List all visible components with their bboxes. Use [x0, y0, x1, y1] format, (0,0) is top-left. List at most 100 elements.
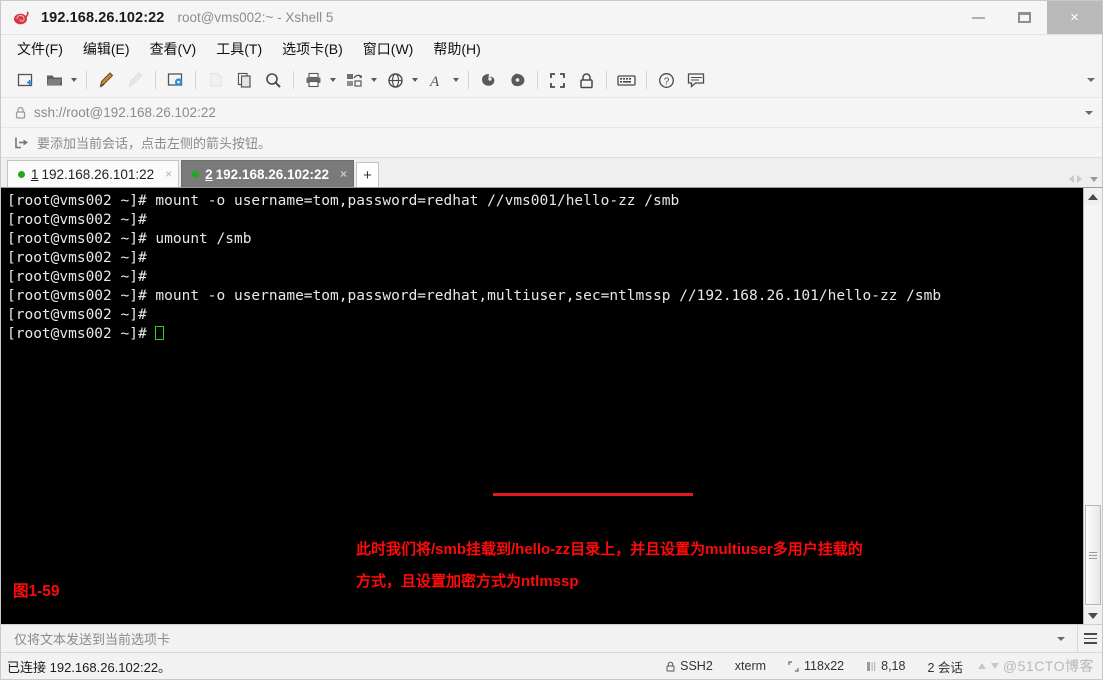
zmodem-icon[interactable]	[476, 68, 501, 93]
xshell-window: 192.168.26.102:22 root@vms002:~ - Xshell…	[0, 0, 1103, 680]
lock-icon[interactable]	[574, 68, 599, 93]
menu-edit[interactable]: 编辑(E)	[73, 36, 140, 62]
send-target-label[interactable]: 仅将文本发送到当前选项卡	[14, 629, 170, 648]
arrow-up-icon	[977, 663, 986, 669]
terminal-screen[interactable]: [root@vms002 ~]# mount -o username=tom,p…	[1, 188, 1083, 624]
menu-view[interactable]: 查看(V)	[140, 36, 207, 62]
copy-icon[interactable]	[232, 68, 257, 93]
tab-session-1[interactable]: 1 192.168.26.101:22 ×	[7, 160, 180, 187]
toolbar: A ?	[1, 63, 1102, 98]
toolbar-separator	[195, 71, 196, 89]
tab-close-icon[interactable]: ×	[165, 167, 172, 181]
print-icon[interactable]	[301, 68, 326, 93]
window-controls: ×	[955, 1, 1102, 34]
send-bar: 仅将文本发送到当前选项卡	[1, 624, 1102, 652]
transfer-file-icon[interactable]	[342, 68, 367, 93]
tab-label: 192.168.26.102:22	[215, 166, 330, 182]
maximize-button[interactable]	[1001, 1, 1047, 34]
toolbar-separator	[293, 71, 294, 89]
terminal-line: [root@vms002 ~]#	[7, 212, 147, 228]
size-label: 118x22	[804, 659, 845, 673]
hamburger-icon[interactable]	[1077, 625, 1102, 652]
svg-text:A: A	[429, 74, 440, 89]
scroll-track[interactable]	[1084, 205, 1102, 607]
toolbar-separator	[537, 71, 538, 89]
web-icon[interactable]	[383, 68, 408, 93]
new-session-icon[interactable]	[13, 68, 38, 93]
help-icon[interactable]: ?	[654, 68, 679, 93]
tab-status-dot-icon	[192, 170, 200, 178]
arrow-into-box-icon[interactable]	[15, 136, 29, 149]
terminal-cursor	[155, 326, 165, 340]
sessions-label: 2 会话	[927, 660, 963, 675]
tab-bar: 1 192.168.26.101:22 × 2 192.168.26.102:2…	[1, 158, 1102, 187]
find-icon[interactable]	[261, 68, 286, 93]
menu-bar: 文件(F) 编辑(E) 查看(V) 工具(T) 选项卡(B) 窗口(W) 帮助(…	[1, 35, 1102, 63]
annotation-line-2: 方式，且设置加密方式为ntlmssp	[356, 573, 579, 590]
keyboard-icon[interactable]	[614, 68, 639, 93]
menu-help[interactable]: 帮助(H)	[423, 36, 490, 62]
terminal-scrollbar[interactable]	[1083, 188, 1102, 624]
terminal-line: [root@vms002 ~]# mount -o username=tom,p…	[7, 288, 942, 304]
fullscreen-icon[interactable]	[545, 68, 570, 93]
cursor-pos-label: 8,18	[881, 659, 906, 673]
address-chevron-down-icon[interactable]	[1085, 110, 1093, 115]
protocol-label: SSH2	[680, 659, 713, 673]
font-icon[interactable]: A	[424, 68, 449, 93]
toolbar-overflow-chevron-down-icon[interactable]	[1087, 78, 1095, 82]
open-folder-dropdown[interactable]	[69, 68, 78, 93]
tab-list-chevron-down-icon[interactable]	[1090, 176, 1098, 182]
font-dropdown[interactable]	[451, 68, 460, 93]
cursor-icon	[866, 661, 876, 672]
tab-scroll-right-icon[interactable]	[1077, 175, 1082, 183]
send-chevron-down-icon[interactable]	[1057, 636, 1065, 641]
scroll-down-button[interactable]	[1084, 607, 1102, 624]
hint-text: 要添加当前会话，点击左侧的箭头按钮。	[37, 136, 272, 151]
terminal-line: [root@vms002 ~]# umount /smb	[7, 231, 252, 247]
tab-session-2[interactable]: 2 192.168.26.102:22 ×	[181, 160, 355, 187]
address-input[interactable]: ssh://root@192.168.26.102:22	[34, 105, 216, 120]
open-folder-icon[interactable]	[42, 68, 67, 93]
toolbar-separator	[86, 71, 87, 89]
terminal-line-cursor: [root@vms002 ~]#	[7, 325, 1083, 344]
lock-icon	[666, 661, 675, 672]
window-subtitle: root@vms002:~ - Xshell 5	[177, 10, 334, 25]
status-cursor-pos: 8,18	[855, 659, 916, 673]
toolbar-separator	[155, 71, 156, 89]
paste-page-icon	[203, 68, 228, 93]
tab-number: 2	[205, 166, 213, 182]
annotation-line-1: 此时我们将/smb挂载到/hello-zz目录上，并且设置为multiuser多…	[356, 541, 863, 558]
connect-icon[interactable]	[94, 68, 119, 93]
send-bar-controls	[1057, 625, 1102, 652]
menu-file[interactable]: 文件(F)	[7, 36, 73, 62]
minimize-button[interactable]	[955, 1, 1001, 34]
tab-close-icon[interactable]: ×	[340, 167, 347, 181]
address-bar[interactable]: ssh://root@192.168.26.102:22	[1, 98, 1102, 128]
tab-scroll-left-icon[interactable]	[1069, 175, 1074, 183]
status-scroll-arrows	[974, 663, 1003, 669]
menu-window[interactable]: 窗口(W)	[353, 36, 424, 62]
new-tab-button[interactable]: +	[356, 162, 380, 187]
tab-navigation	[1069, 175, 1098, 183]
tab-status-dot-icon	[18, 170, 25, 178]
status-terminal-type: xterm	[724, 659, 777, 673]
arrow-down-icon	[990, 663, 999, 669]
menu-tools[interactable]: 工具(T)	[206, 36, 272, 62]
terminal-area: [root@vms002 ~]# mount -o username=tom,p…	[1, 187, 1102, 624]
transfer-dropdown[interactable]	[369, 68, 378, 93]
terminal-line: [root@vms002 ~]#	[7, 307, 147, 323]
scroll-up-button[interactable]	[1084, 188, 1102, 205]
tab-number: 1	[31, 166, 39, 182]
status-sessions: 2 会话	[916, 657, 973, 676]
terminal-type-label: xterm	[734, 659, 767, 673]
lock-icon	[15, 106, 26, 119]
close-button[interactable]: ×	[1047, 1, 1102, 34]
comment-icon[interactable]	[683, 68, 708, 93]
resize-icon	[788, 660, 799, 672]
menu-tabs[interactable]: 选项卡(B)	[272, 36, 353, 62]
web-dropdown[interactable]	[410, 68, 419, 93]
sftp-icon[interactable]	[505, 68, 530, 93]
scroll-thumb[interactable]	[1085, 505, 1101, 605]
session-properties-icon[interactable]	[163, 68, 188, 93]
print-dropdown[interactable]	[328, 68, 337, 93]
